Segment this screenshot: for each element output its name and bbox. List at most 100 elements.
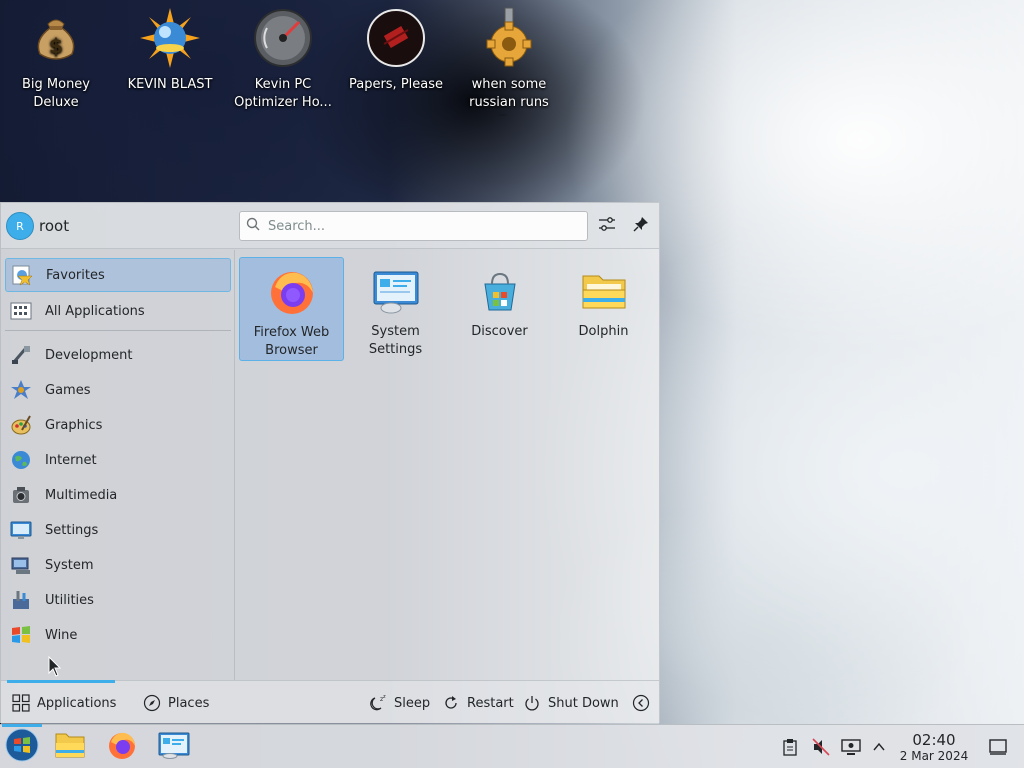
svg-text:$: $ bbox=[49, 34, 63, 58]
launcher-footer: Applications Places zz Sleep Restart Shu… bbox=[1, 680, 659, 724]
sidebar-item-settings[interactable]: Settings bbox=[5, 513, 231, 547]
favorite-label: Discover bbox=[471, 324, 528, 339]
chevron-left-circle-icon bbox=[631, 693, 651, 713]
sidebar-item-all-applications[interactable]: All Applications bbox=[5, 294, 231, 328]
desktop-icon-kevin-blast[interactable]: KEVIN BLAST bbox=[116, 6, 224, 116]
sidebar-item-label: Internet bbox=[45, 452, 97, 468]
search-input[interactable] bbox=[268, 218, 568, 234]
taskbar-dolphin-button[interactable] bbox=[50, 729, 90, 765]
desktop-icon-label: Big Money Deluxe bbox=[21, 77, 90, 110]
taskbar: 02:40 2 Mar 2024 bbox=[0, 724, 1024, 768]
compass-icon bbox=[142, 693, 162, 713]
games-icon bbox=[9, 378, 33, 402]
launcher-header: R root bbox=[1, 203, 659, 249]
more-actions-button[interactable] bbox=[631, 692, 657, 714]
system-settings-icon bbox=[158, 731, 190, 763]
clipboard-tray-icon[interactable] bbox=[780, 737, 800, 757]
sidebar-item-system[interactable]: System bbox=[5, 548, 231, 582]
sidebar-divider bbox=[5, 330, 231, 331]
mouse-cursor-icon bbox=[48, 655, 62, 682]
sidebar-item-label: All Applications bbox=[45, 303, 145, 319]
favorite-system-settings[interactable]: System Settings bbox=[343, 257, 448, 361]
sidebar-item-games[interactable]: Games bbox=[5, 373, 231, 407]
development-icon bbox=[9, 343, 33, 367]
system-icon bbox=[9, 553, 33, 577]
power-icon bbox=[522, 693, 542, 713]
settings-icon bbox=[9, 518, 33, 542]
favorite-discover[interactable]: Discover bbox=[447, 257, 552, 361]
sidebar-item-graphics[interactable]: Graphics bbox=[5, 408, 231, 442]
graphics-icon bbox=[9, 413, 33, 437]
sidebar-item-label: Multimedia bbox=[45, 487, 118, 503]
tab-applications-label: Applications bbox=[37, 695, 117, 711]
desktop-icon-kevin-pc-optimizer[interactable]: Kevin PC Optimizer Ho... bbox=[229, 6, 337, 116]
sidebar-item-label: Utilities bbox=[45, 592, 94, 608]
sleep-icon: zz bbox=[368, 693, 388, 713]
sidebar-item-development[interactable]: Development bbox=[5, 338, 231, 372]
pin-button[interactable] bbox=[629, 214, 653, 238]
taskbar-system-settings-button[interactable] bbox=[154, 729, 194, 765]
sidebar-item-label: Graphics bbox=[45, 417, 103, 433]
firefox-icon bbox=[107, 730, 137, 764]
pin-icon bbox=[632, 215, 650, 237]
folder-icon bbox=[54, 731, 86, 763]
sidebar-item-favorites[interactable]: Favorites bbox=[5, 258, 231, 292]
sidebar-item-label: Favorites bbox=[46, 267, 105, 283]
restart-button[interactable]: Restart bbox=[441, 692, 514, 714]
sleep-label: Sleep bbox=[394, 695, 431, 711]
show-desktop-icon[interactable] bbox=[988, 737, 1008, 757]
start-active-indicator bbox=[2, 724, 42, 727]
sidebar-item-label: System bbox=[45, 557, 94, 573]
username: root bbox=[39, 217, 70, 235]
desktop-icon-russian-runs[interactable]: when some russian runs a... bbox=[455, 6, 563, 116]
shutdown-label: Shut Down bbox=[548, 695, 619, 711]
sleep-button[interactable]: zz Sleep bbox=[368, 692, 430, 714]
speedometer-icon bbox=[251, 6, 315, 70]
desktop-icon-papers-please[interactable]: Papers, Please bbox=[342, 6, 450, 116]
favorite-firefox[interactable]: Firefox Web Browser bbox=[239, 257, 344, 361]
utilities-icon bbox=[9, 588, 33, 612]
taskbar-firefox-button[interactable] bbox=[102, 729, 142, 765]
sun-globe-icon bbox=[138, 6, 202, 70]
shutdown-button[interactable]: Shut Down bbox=[522, 692, 619, 714]
application-launcher: R root Favorites bbox=[0, 202, 660, 724]
desktop-icon-label: KEVIN BLAST bbox=[127, 77, 213, 92]
all-applications-icon bbox=[9, 299, 33, 323]
discover-icon bbox=[474, 265, 526, 317]
clock-date: 2 Mar 2024 bbox=[899, 749, 969, 763]
tab-applications[interactable]: Applications bbox=[11, 692, 116, 714]
volume-muted-tray-icon[interactable] bbox=[811, 737, 831, 757]
display-tray-icon[interactable] bbox=[841, 737, 861, 757]
sidebar-item-wine[interactable]: Wine bbox=[5, 618, 231, 652]
desktop-icon-big-money-deluxe[interactable]: $ Big Money Deluxe bbox=[2, 6, 110, 116]
restart-label: Restart bbox=[467, 695, 514, 711]
sidebar-item-label: Settings bbox=[45, 522, 99, 538]
configure-button[interactable] bbox=[595, 214, 619, 238]
sidebar-item-label: Development bbox=[45, 347, 133, 363]
restart-icon bbox=[441, 693, 461, 713]
avatar[interactable]: R bbox=[6, 212, 34, 240]
favorite-label: System Settings bbox=[368, 324, 423, 357]
wine-icon bbox=[9, 623, 33, 647]
search-icon bbox=[246, 217, 260, 235]
desktop-icon-label: Papers, Please bbox=[348, 77, 444, 92]
sidebar-item-label: Games bbox=[45, 382, 91, 398]
tab-places[interactable]: Places bbox=[142, 692, 209, 714]
start-menu-button[interactable] bbox=[2, 728, 42, 766]
sidebar-item-internet[interactable]: Internet bbox=[5, 443, 231, 477]
papers-please-icon bbox=[364, 6, 428, 70]
tab-places-label: Places bbox=[168, 695, 210, 711]
search-field[interactable] bbox=[239, 211, 588, 241]
sidebar-item-utilities[interactable]: Utilities bbox=[5, 583, 231, 617]
windows-logo-icon bbox=[5, 728, 39, 766]
sidebar-item-label: Wine bbox=[45, 627, 78, 643]
desktop-icon-label: when some russian runs a... bbox=[469, 77, 549, 116]
multimedia-icon bbox=[9, 483, 33, 507]
favorite-label: Firefox Web Browser bbox=[253, 325, 330, 358]
gear-icon bbox=[477, 6, 541, 70]
favorite-dolphin[interactable]: Dolphin bbox=[551, 257, 656, 361]
internet-icon bbox=[9, 448, 33, 472]
chevron-up-icon[interactable] bbox=[869, 737, 889, 757]
digital-clock[interactable]: 02:40 2 Mar 2024 bbox=[892, 731, 976, 763]
sidebar-item-multimedia[interactable]: Multimedia bbox=[5, 478, 231, 512]
